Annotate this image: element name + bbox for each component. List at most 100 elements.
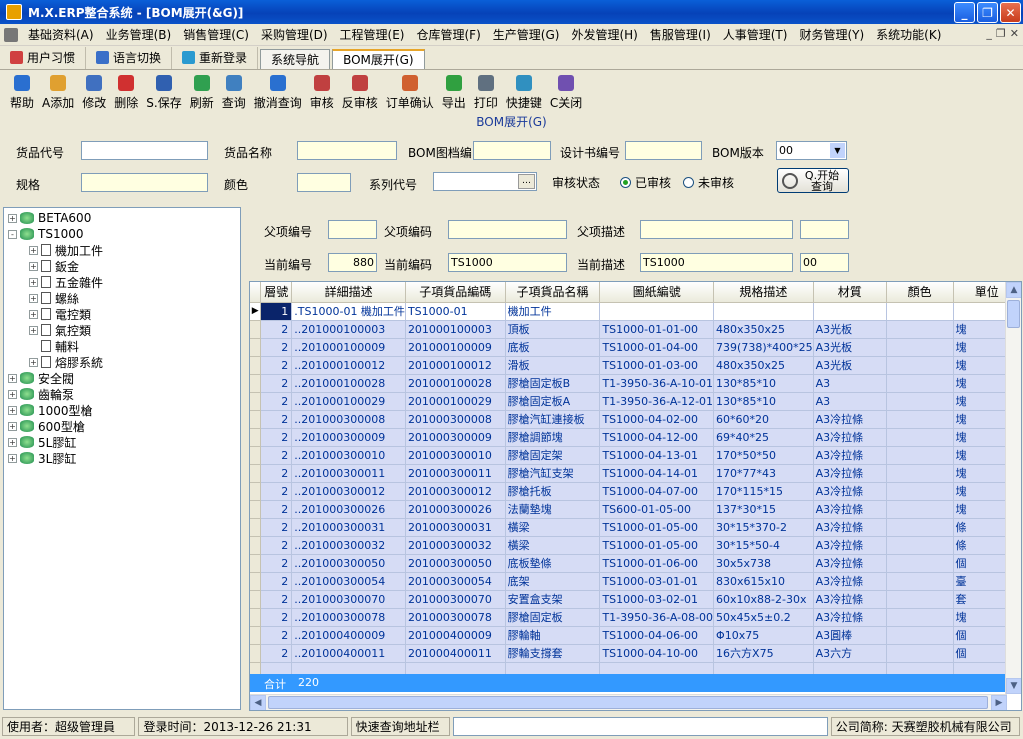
mdi-close-icon[interactable]: ✕ — [1010, 27, 1019, 40]
bom-version-select[interactable]: 00 ▼ — [776, 141, 847, 160]
table-row[interactable]: 2 ..201000300012 201000300012 膠槍托板 TS1000-04… — [250, 482, 1021, 501]
tree-node[interactable]: + 電控類 — [29, 306, 91, 322]
goods-code-input[interactable] — [81, 141, 208, 160]
table-row[interactable]: 2 ..201000400011 201000400011 膠輪支撐套 TS1000-0… — [250, 644, 1021, 663]
expand-icon[interactable]: + — [8, 453, 17, 463]
order-confirm-button[interactable]: 订单确认 — [382, 71, 438, 111]
column-header[interactable]: 詳細描述 — [291, 282, 406, 303]
menu-item[interactable]: 外发管理(H) — [565, 26, 643, 43]
table-row[interactable]: 2 ..201000100012 201000100012 滑板 TS1000-01-0… — [250, 356, 1021, 375]
tree-node[interactable]: + 氣控類 — [29, 322, 91, 338]
parent-code-input[interactable] — [448, 220, 567, 239]
expand-icon[interactable]: + — [29, 357, 38, 367]
table-row[interactable]: 2 ..201000100028 201000100028 膠槍固定板B T1-3950… — [250, 374, 1021, 393]
tree-node[interactable]: + 鈑金 — [29, 258, 79, 274]
expand-icon[interactable]: + — [8, 213, 17, 223]
table-row[interactable]: 2 ..201000300026 201000300026 法蘭墊塊 TS600-01-… — [250, 500, 1021, 519]
table-row[interactable]: 2 ..201000100009 201000100009 底板 TS1000-01-0… — [250, 338, 1021, 357]
close-button[interactable]: ✕ — [1000, 2, 1021, 23]
menu-item[interactable]: 仓库管理(F) — [411, 26, 487, 43]
tree-node[interactable]: + 五金雜件 — [29, 274, 103, 290]
tree-node[interactable]: + 熔膠系統 — [29, 354, 103, 370]
column-header[interactable]: 層號 — [260, 282, 293, 303]
current-code-input[interactable]: TS1000 — [448, 253, 567, 272]
scroll-left-icon[interactable]: ◀ — [250, 695, 266, 710]
save-button[interactable]: S.保存 — [142, 71, 185, 111]
language-switch-button[interactable]: 语言切换 — [86, 46, 173, 69]
menu-item[interactable]: 工程管理(E) — [334, 26, 411, 43]
table-row[interactable]: 2 ..201000300050 201000300050 底板墊條 TS1000-01… — [250, 554, 1021, 573]
column-header[interactable]: 規格描述 — [713, 282, 814, 303]
ellipsis-button[interactable]: … — [518, 174, 535, 189]
expand-icon[interactable]: + — [29, 325, 38, 335]
table-row[interactable]: 2 ..201000300008 201000300008 膠槍汽缸連接板 TS1000… — [250, 410, 1021, 429]
shortcut-button[interactable]: 快捷键 — [502, 71, 546, 111]
table-row[interactable]: 2 ..201000300078 201000300078 膠槍固定板 T1-3950-… — [250, 608, 1021, 627]
menu-item[interactable]: 售服管理(I) — [644, 26, 717, 43]
tree-node[interactable]: +3L膠缸 — [8, 450, 76, 466]
relogin-button[interactable]: 重新登录 — [172, 46, 259, 69]
expand-icon[interactable]: + — [8, 437, 17, 447]
table-row[interactable]: 2 ..201000300011 201000300011 膠槍汽缸支架 TS1000-… — [250, 464, 1021, 483]
table-row[interactable]: 2 ..201000300070 201000300070 安置盒支架 TS1000-0… — [250, 590, 1021, 609]
query-button[interactable]: 查询 — [218, 71, 250, 111]
color-input[interactable] — [297, 173, 351, 192]
audited-radio[interactable]: 已审核 — [620, 174, 671, 191]
close-button[interactable]: C关闭 — [546, 71, 586, 111]
column-header[interactable]: 材質 — [813, 282, 887, 303]
vertical-scroll-thumb[interactable] — [1007, 300, 1020, 328]
refresh-button[interactable]: 刷新 — [186, 71, 218, 111]
column-header[interactable]: 子項貨品編碼 — [405, 282, 506, 303]
goods-name-input[interactable] — [297, 141, 397, 160]
menu-item[interactable]: 业务管理(B) — [100, 26, 178, 43]
bom-doc-input[interactable] — [473, 141, 551, 160]
tab-system-nav[interactable]: 系统导航 — [260, 48, 331, 69]
table-row[interactable]: 2 ..201000300009 201000300009 膠槍調節塊 TS1000-0… — [250, 428, 1021, 447]
system-menu-icon[interactable] — [4, 27, 18, 42]
edit-button[interactable]: 修改 — [78, 71, 110, 111]
print-button[interactable]: 打印 — [470, 71, 502, 111]
menu-item[interactable]: 生产管理(G) — [487, 26, 566, 43]
table-row[interactable]: 2 ..201000100029 201000100029 膠槍固定板A T1-3950… — [250, 392, 1021, 411]
table-row[interactable]: ▶ 1 .TS1000-01 機加工件 TS1000-01 機加工件 — [250, 302, 1021, 321]
table-row[interactable]: 2 ..201000300031 201000300031 橫梁 TS1000-01-0… — [250, 518, 1021, 537]
tree-node[interactable]: 輔料 — [29, 338, 79, 354]
collapse-icon[interactable]: - — [8, 229, 17, 239]
menu-item[interactable]: 销售管理(C) — [177, 26, 255, 43]
unaudited-radio[interactable]: 未审核 — [683, 174, 734, 191]
table-row[interactable]: 2 ..201000300010 201000300010 膠槍固定架 TS1000-0… — [250, 446, 1021, 465]
scroll-down-icon[interactable]: ▼ — [1006, 678, 1021, 694]
audit-button[interactable]: 审核 — [306, 71, 338, 111]
restore-button[interactable]: ❐ — [977, 2, 998, 23]
column-header[interactable]: 圖紙編號 — [599, 282, 715, 303]
expand-icon[interactable]: + — [8, 421, 17, 431]
help-button[interactable]: 帮助 — [6, 71, 38, 111]
table-row[interactable]: 2 ..201000400009 201000400009 膠輪軸 TS1000-04-… — [250, 626, 1021, 645]
table-row[interactable]: 2 ..201000300054 201000300054 底架 TS1000-03-0… — [250, 572, 1021, 591]
table-row[interactable]: 2 ..201000100003 201000100003 頂板 TS1000-01-0… — [250, 320, 1021, 339]
tree-node[interactable]: + BETA600 — [8, 210, 91, 226]
horizontal-scroll-thumb[interactable] — [268, 696, 988, 709]
vertical-scrollbar[interactable]: ▲ ▼ — [1005, 282, 1021, 694]
start-query-button[interactable]: Q.开始查询 — [777, 168, 849, 193]
menu-item[interactable]: 基础资料(A) — [22, 26, 100, 43]
column-header[interactable]: 顏色 — [886, 282, 954, 303]
current-no-input[interactable]: 880 — [328, 253, 377, 272]
quick-query-input[interactable] — [453, 717, 828, 736]
tree-node[interactable]: - TS1000 — [8, 226, 84, 242]
menu-item[interactable]: 人事管理(T) — [717, 26, 794, 43]
cancel-query-button[interactable]: 撤消查询 — [250, 71, 306, 111]
horizontal-scrollbar[interactable]: ◀ ▶ — [250, 694, 1007, 710]
menu-item[interactable]: 采购管理(D) — [255, 26, 334, 43]
scroll-up-icon[interactable]: ▲ — [1006, 282, 1021, 298]
user-habit-button[interactable]: 用户习惯 — [0, 46, 87, 69]
mdi-minimize-icon[interactable]: _ — [986, 27, 992, 40]
tree-node[interactable]: + 螺絲 — [29, 290, 79, 306]
column-header[interactable]: 子項貨品名稱 — [505, 282, 601, 303]
tree-node[interactable]: + 機加工件 — [29, 242, 103, 258]
delete-button[interactable]: 删除 — [110, 71, 142, 111]
parent-desc-input[interactable] — [640, 220, 793, 239]
expand-icon[interactable]: + — [8, 405, 17, 415]
parent-no-input[interactable] — [328, 220, 377, 239]
design-no-input[interactable] — [625, 141, 702, 160]
